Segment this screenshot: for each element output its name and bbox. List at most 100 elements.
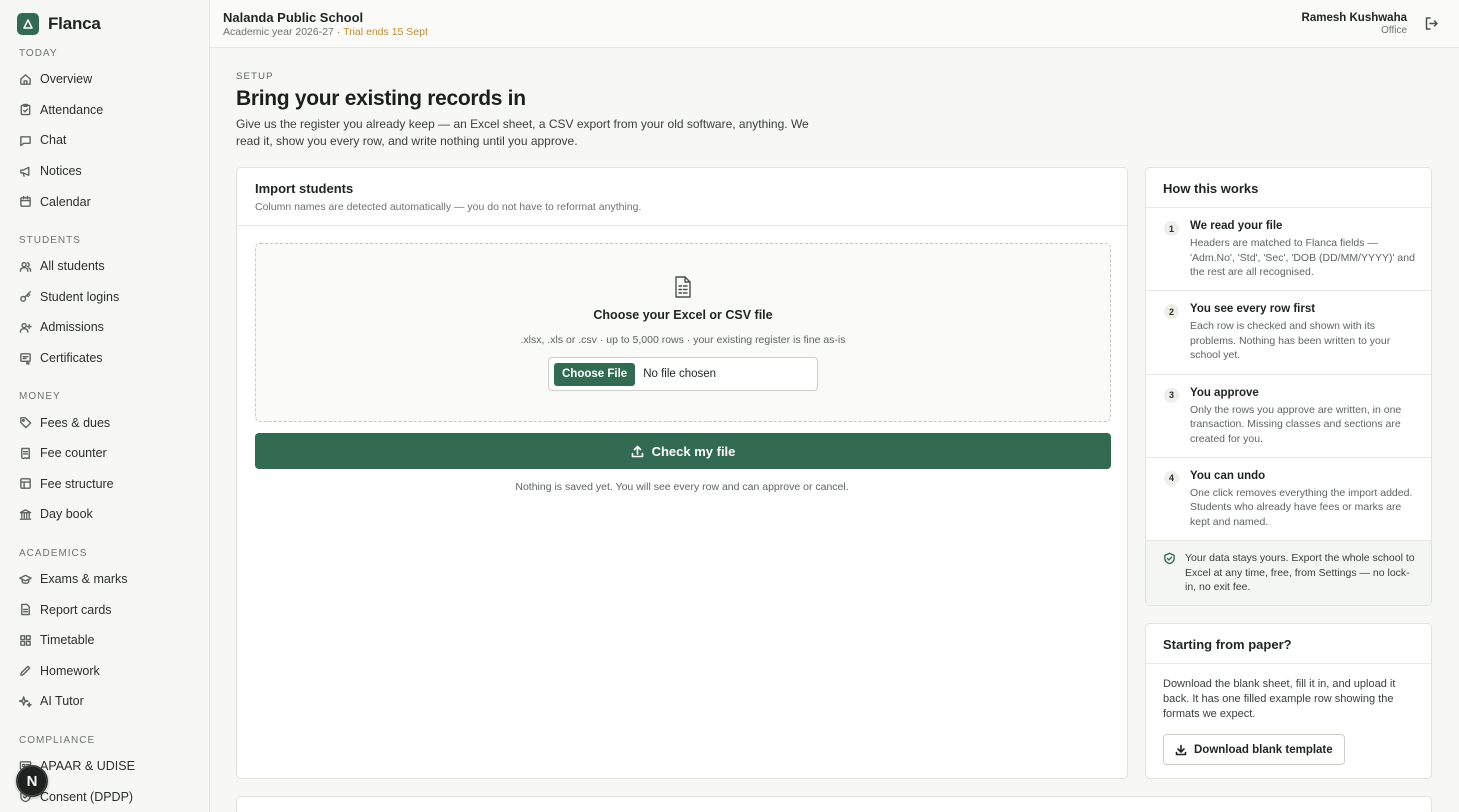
spreadsheet-file-icon bbox=[672, 275, 694, 299]
graduation-cap-icon bbox=[19, 574, 32, 584]
step-description: Headers are matched to Flanca fields — '… bbox=[1190, 237, 1415, 278]
step-number: 3 bbox=[1164, 387, 1179, 403]
download-icon bbox=[1175, 744, 1187, 755]
sidebar-item-label: Certificates bbox=[40, 351, 103, 366]
sidebar-item-label: Exams & marks bbox=[40, 572, 128, 587]
users-icon bbox=[19, 261, 32, 272]
sidebar-item-calendar[interactable]: Calendar bbox=[0, 186, 209, 217]
sidebar-item-label: AI Tutor bbox=[40, 694, 84, 709]
download-template-button[interactable]: Download blank template bbox=[1163, 734, 1345, 765]
nav-section-compliance: COMPLIANCE bbox=[19, 734, 96, 746]
sidebar-item-notices[interactable]: Notices bbox=[0, 156, 209, 187]
data-ownership-note: Your data stays yours. Export the whole … bbox=[1146, 541, 1431, 605]
shield-check-icon bbox=[1163, 552, 1176, 565]
sidebar-item-fee-counter[interactable]: Fee counter bbox=[0, 438, 209, 469]
sidebar-item-admissions[interactable]: Admissions bbox=[0, 312, 209, 343]
check-my-file-button[interactable]: Check my file bbox=[255, 433, 1111, 469]
how-card-header: How this works bbox=[1146, 168, 1431, 208]
how-card-title: How this works bbox=[1163, 181, 1259, 196]
step-title: You approve bbox=[1190, 386, 1259, 399]
nav-section-academics: ACADEMICS bbox=[19, 547, 88, 559]
sidebar-item-label: Notices bbox=[40, 164, 82, 179]
next-section-card bbox=[236, 796, 1432, 812]
sidebar-item-report-cards[interactable]: Report cards bbox=[0, 594, 209, 625]
sidebar-item-label: Attendance bbox=[40, 102, 104, 117]
check-note: Nothing is saved yet. You will see every… bbox=[515, 481, 849, 493]
sidebar-item-exams-marks[interactable]: Exams & marks bbox=[0, 564, 209, 595]
user-role: Office bbox=[1381, 25, 1407, 36]
clipboard-check-icon bbox=[20, 104, 31, 116]
paper-card-description: Download the blank sheet, fill it in, an… bbox=[1163, 678, 1396, 720]
page-eyebrow: SETUP bbox=[236, 71, 274, 82]
megaphone-icon bbox=[20, 166, 30, 177]
sidebar-item-day-book[interactable]: Day book bbox=[0, 499, 209, 530]
table-icon bbox=[20, 478, 31, 490]
sidebar-item-label: Admissions bbox=[40, 320, 104, 335]
sidebar-item-homework[interactable]: Homework bbox=[0, 656, 209, 687]
file-input[interactable]: Choose File No file chosen bbox=[548, 357, 818, 391]
calendar-icon bbox=[20, 195, 31, 208]
chat-icon bbox=[20, 136, 31, 147]
step-item: 4 You can undo One click removes everyth… bbox=[1146, 458, 1431, 542]
data-ownership-text: Your data stays yours. Export the whole … bbox=[1185, 552, 1415, 593]
page-title: Bring your existing records in bbox=[236, 87, 526, 110]
dropzone-title: Choose your Excel or CSV file bbox=[593, 308, 773, 322]
sidebar-item-label: Day book bbox=[40, 507, 93, 522]
import-card-header: Import students Column names are detecte… bbox=[237, 168, 1127, 226]
grid-icon bbox=[20, 634, 31, 646]
import-card-title: Import students bbox=[255, 181, 354, 196]
sidebar-item-label: Timetable bbox=[40, 633, 95, 648]
sidebar-item-overview[interactable]: Overview bbox=[0, 64, 209, 95]
sidebar-item-label: Homework bbox=[40, 663, 100, 678]
upload-icon bbox=[631, 445, 643, 457]
brand-name: Flanca bbox=[48, 14, 101, 33]
nav-section-money: MONEY bbox=[19, 391, 61, 403]
file-status: No file chosen bbox=[643, 368, 717, 380]
separator: · bbox=[333, 26, 344, 38]
step-number: 2 bbox=[1164, 304, 1179, 320]
key-icon bbox=[20, 291, 31, 303]
sidebar-item-fees-dues[interactable]: Fees & dues bbox=[0, 407, 209, 438]
floating-avatar-button[interactable]: N bbox=[16, 765, 48, 797]
sidebar-item-all-students[interactable]: All students bbox=[0, 251, 209, 282]
step-title: You see every row first bbox=[1190, 303, 1316, 316]
paper-card-title: Starting from paper? bbox=[1163, 637, 1292, 652]
sidebar-item-label: Fee structure bbox=[40, 476, 114, 491]
step-description: Each row is checked and shown with its p… bbox=[1190, 320, 1391, 362]
logout-icon bbox=[1425, 17, 1438, 30]
step-title: We read your file bbox=[1190, 220, 1283, 232]
receipt-icon bbox=[21, 447, 30, 460]
sidebar-item-label: Consent (DPDP) bbox=[40, 789, 134, 804]
file-dropzone[interactable]: Choose your Excel or CSV file .xlsx, .xl… bbox=[255, 243, 1111, 422]
import-card-subtitle: Column names are detected automatically … bbox=[255, 201, 642, 213]
choose-file-button[interactable]: Choose File bbox=[554, 362, 636, 386]
sidebar-item-label: Overview bbox=[40, 72, 93, 87]
topbar: Nalanda Public School Academic year 2026… bbox=[210, 0, 1459, 48]
sidebar-item-ai-tutor[interactable]: AI Tutor bbox=[0, 686, 209, 717]
sidebar-item-student-logins[interactable]: Student logins bbox=[0, 282, 209, 313]
logout-button[interactable] bbox=[1424, 16, 1439, 31]
download-template-label: Download blank template bbox=[1194, 743, 1333, 756]
brand[interactable]: Flanca bbox=[17, 13, 101, 35]
sidebar-nav: TODAY Overview Attendance Chat Notices C… bbox=[0, 47, 209, 812]
step-item: 1 We read your file Headers are matched … bbox=[1146, 208, 1431, 292]
page-description: Give us the register you already keep — … bbox=[236, 117, 809, 148]
sidebar-item-timetable[interactable]: Timetable bbox=[0, 625, 209, 656]
dropzone-hint: .xlsx, .xls or .csv · up to 5,000 rows ·… bbox=[520, 334, 846, 346]
sidebar-item-attendance[interactable]: Attendance bbox=[0, 95, 209, 126]
sidebar-item-label: Report cards bbox=[40, 602, 112, 617]
paper-card-header: Starting from paper? bbox=[1146, 624, 1431, 664]
sidebar-item-certificates[interactable]: Certificates bbox=[0, 343, 209, 374]
user-plus-icon bbox=[19, 322, 32, 333]
document-icon bbox=[21, 603, 30, 616]
pencil-icon bbox=[20, 665, 31, 677]
sidebar-item-fee-structure[interactable]: Fee structure bbox=[0, 469, 209, 500]
how-this-works-card: How this works 1 We read your file Heade… bbox=[1145, 167, 1432, 606]
step-number: 1 bbox=[1164, 221, 1179, 236]
step-title: You can undo bbox=[1190, 469, 1266, 482]
nav-section-students: STUDENTS bbox=[19, 234, 81, 246]
user-name: Ramesh Kushwaha bbox=[1301, 12, 1407, 24]
sidebar-item-chat[interactable]: Chat bbox=[0, 125, 209, 156]
sidebar-item-label: Chat bbox=[40, 133, 67, 148]
starting-from-paper-card: Starting from paper? Download the blank … bbox=[1145, 623, 1432, 779]
